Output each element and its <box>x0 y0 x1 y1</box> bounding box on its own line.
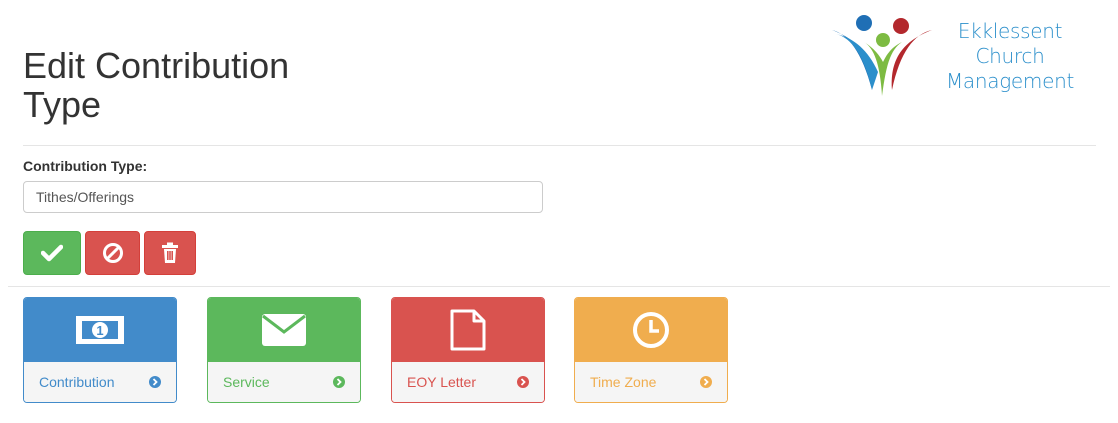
logo-line-3: Management <box>945 69 1075 93</box>
contribution-type-label: Contribution Type: <box>23 158 148 174</box>
tile-footer: Contribution <box>24 361 176 402</box>
envelope-icon <box>262 313 306 346</box>
tile-label: Time Zone <box>590 374 657 390</box>
document-icon <box>450 309 486 350</box>
cancel-button[interactable] <box>85 231 140 275</box>
ban-icon <box>102 243 123 263</box>
contribution-type-input[interactable] <box>23 181 543 213</box>
time-zone-tile[interactable]: Time Zone <box>574 297 728 403</box>
tile-label: Service <box>223 374 270 390</box>
contribution-tile[interactable]: 1 Contribution <box>23 297 177 403</box>
money-icon: 1 <box>76 315 124 344</box>
people-logo-icon <box>832 15 932 96</box>
tile-footer: EOY Letter <box>392 361 544 402</box>
arrow-circle-right-icon <box>517 376 529 388</box>
logo-line-1: Ekklessent <box>957 19 1063 43</box>
tile-footer: Time Zone <box>575 361 727 402</box>
page-title: Edit Contribution Type <box>23 45 290 125</box>
check-icon <box>41 244 63 262</box>
tile-label: Contribution <box>39 374 115 390</box>
trash-icon <box>162 242 178 263</box>
clock-icon <box>633 311 669 348</box>
tile-header <box>575 298 727 361</box>
logo-text: Ekklessent Church Management <box>936 19 1084 94</box>
divider <box>23 145 1096 146</box>
service-tile[interactable]: Service <box>207 297 361 403</box>
delete-button[interactable] <box>144 231 196 275</box>
divider <box>8 286 1110 287</box>
eoy-letter-tile[interactable]: EOY Letter <box>391 297 545 403</box>
arrow-circle-right-icon <box>149 376 161 388</box>
tile-header <box>392 298 544 361</box>
logo-line-2: Church <box>975 44 1045 68</box>
tile-footer: Service <box>208 361 360 402</box>
tile-header: 1 <box>24 298 176 361</box>
save-button[interactable] <box>23 231 81 275</box>
svg-text:1: 1 <box>96 323 103 338</box>
tile-header <box>208 298 360 361</box>
tile-label: EOY Letter <box>407 374 477 390</box>
arrow-circle-right-icon <box>333 376 345 388</box>
arrow-circle-right-icon <box>700 376 712 388</box>
